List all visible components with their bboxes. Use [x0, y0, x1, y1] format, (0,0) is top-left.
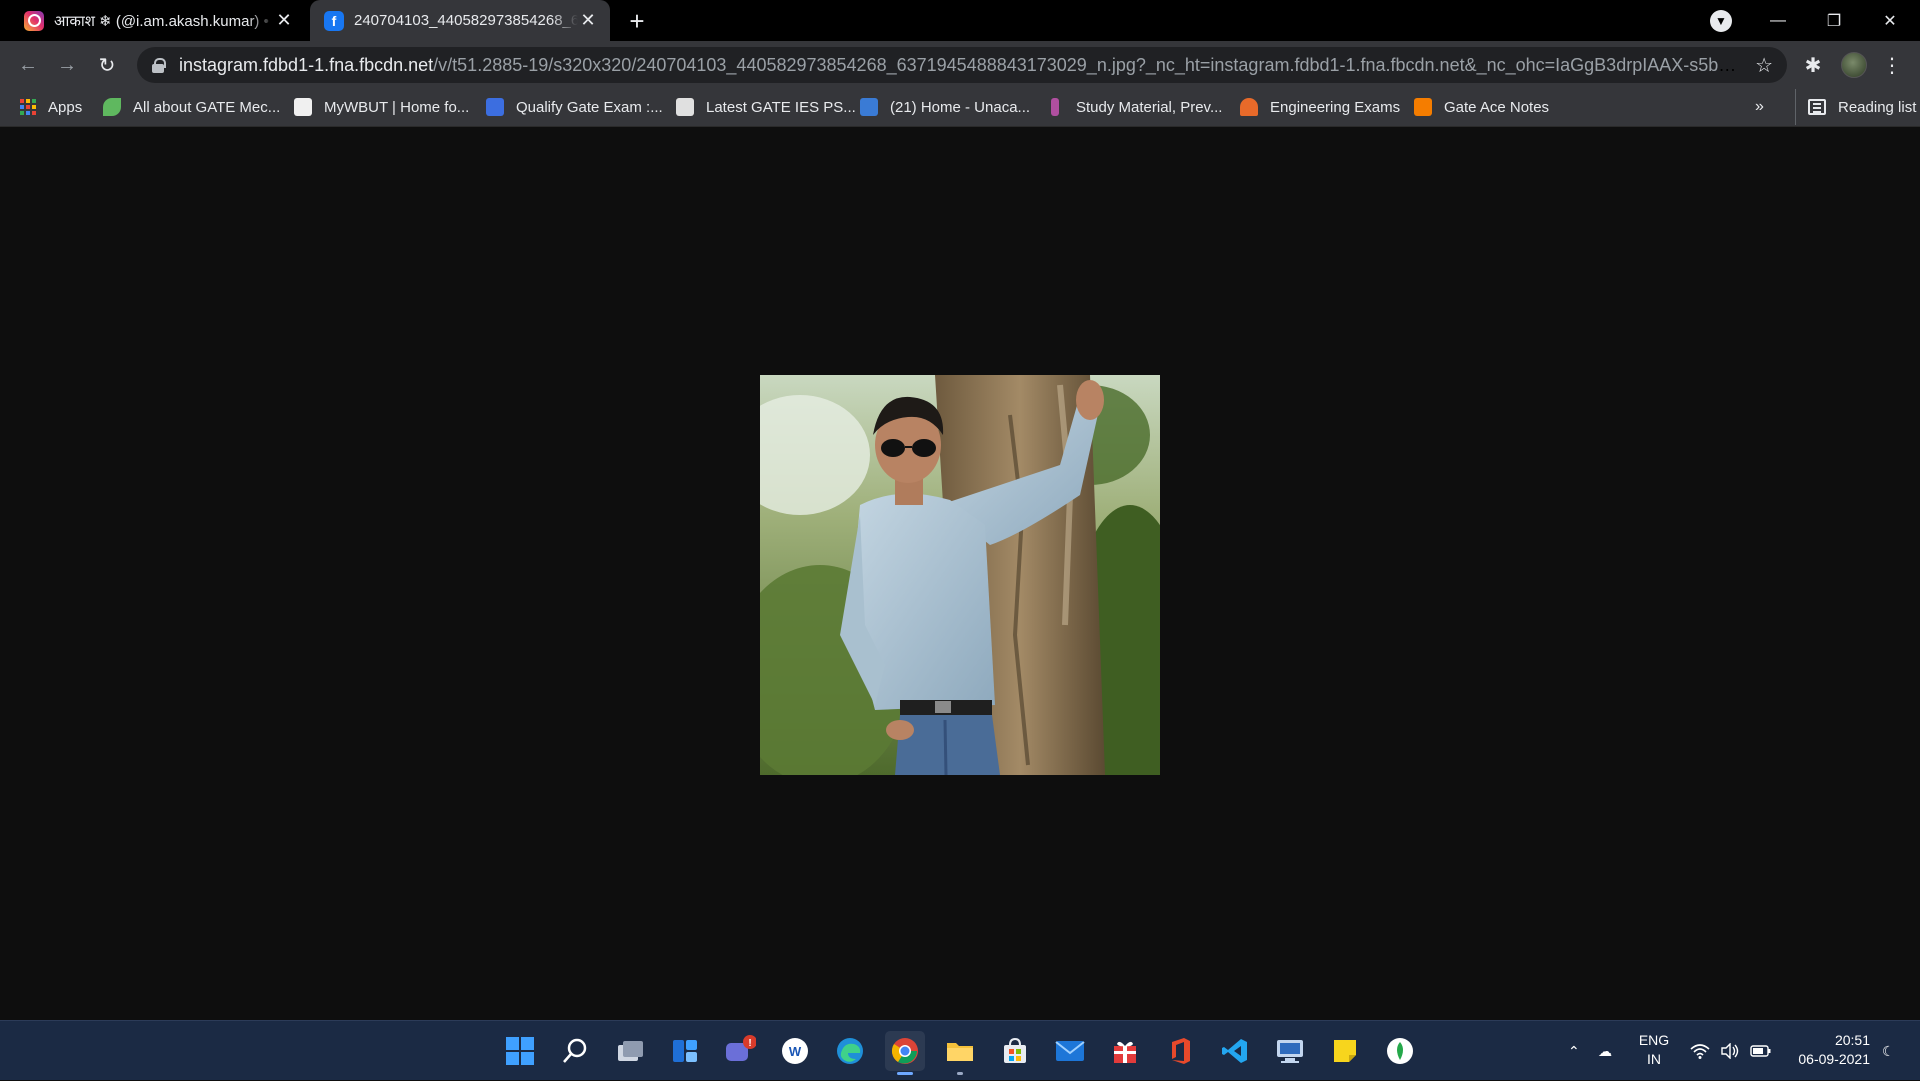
tab-instagram[interactable]: आकाश ❄ (@i.am.akash.kumar) • Instagram ✕	[10, 0, 306, 41]
tab-strip: आकाश ❄ (@i.am.akash.kumar) • Instagram ✕…	[0, 0, 1920, 41]
bookmark-engineering-exams[interactable]: Engineering Exams	[1240, 89, 1400, 125]
bookmark-gate-ace-notes[interactable]: Gate Ace Notes	[1414, 89, 1549, 125]
reading-list-button[interactable]: Reading list	[1795, 89, 1916, 125]
svg-text:!: !	[748, 1038, 751, 1049]
sticky-notes-icon[interactable]	[1325, 1031, 1365, 1071]
bookmark-unacademy[interactable]: (21) Home - Unaca...	[860, 89, 1030, 125]
battery-icon[interactable]	[1750, 1021, 1772, 1081]
menu-kebab-icon[interactable]: ⋮	[1880, 49, 1904, 81]
windows-start-icon[interactable]	[500, 1031, 540, 1071]
file-explorer-icon[interactable]	[940, 1031, 980, 1075]
chrome-icon[interactable]	[885, 1031, 925, 1075]
profile-avatar[interactable]	[1841, 52, 1867, 78]
search-icon[interactable]	[555, 1031, 595, 1071]
photo-illustration	[760, 375, 1160, 775]
instagram-icon	[24, 10, 44, 31]
volume-icon[interactable]	[1720, 1021, 1740, 1081]
bookmark-apps[interactable]: Apps	[20, 89, 82, 125]
forward-button[interactable]: →	[51, 49, 83, 81]
restore-button[interactable]: ❐	[1806, 0, 1862, 41]
tab-title: आकाश ❄ (@i.am.akash.kumar) • Instagram	[54, 12, 274, 30]
bookmark-star-icon[interactable]: ☆	[1755, 53, 1773, 78]
image-viewer	[0, 127, 1920, 1020]
word-icon[interactable]: W	[775, 1031, 815, 1071]
browser-toolbar: ← → ↻ instagram.fdbd1-1.fna.fbcdn.net/v/…	[0, 41, 1920, 89]
mywbut-icon	[294, 98, 312, 116]
apps-grid-icon	[20, 99, 36, 115]
unacademy-icon	[860, 98, 878, 116]
store-icon[interactable]	[995, 1031, 1035, 1071]
rocket-icon	[103, 98, 121, 116]
blogger-icon	[1414, 98, 1432, 116]
extensions-puzzle-icon[interactable]: ✱	[1797, 49, 1829, 81]
network-monitor-icon[interactable]	[1270, 1031, 1310, 1071]
minimize-button[interactable]: —	[1750, 0, 1806, 41]
person-icon	[676, 98, 694, 116]
close-tab-icon[interactable]: ✕	[578, 10, 598, 31]
engineering-icon	[1240, 98, 1258, 116]
gift-icon[interactable]	[1105, 1031, 1145, 1071]
office-icon[interactable]	[1160, 1031, 1200, 1071]
mail-icon[interactable]	[1050, 1031, 1090, 1071]
clock[interactable]: 20:51 06-09-2021	[1778, 1031, 1870, 1069]
qg-icon	[486, 98, 504, 116]
reload-button[interactable]: ↻	[91, 49, 123, 81]
close-window-button[interactable]: ✕	[1862, 0, 1918, 41]
task-view-icon[interactable]	[610, 1031, 650, 1071]
lock-icon[interactable]	[151, 58, 166, 73]
profile-photo[interactable]	[760, 375, 1160, 775]
svg-text:W: W	[789, 1044, 802, 1059]
show-hidden-icons-chevron-icon[interactable]: ⌃	[1568, 1021, 1580, 1081]
bookmark-mywbut[interactable]: MyWBUT | Home fo...	[294, 89, 469, 125]
new-tab-button[interactable]: +	[622, 6, 652, 36]
green-app-icon[interactable]	[1380, 1031, 1420, 1071]
bookmark-latest-gate[interactable]: Latest GATE IES PS...	[676, 89, 856, 125]
bookmark-qualify-gate[interactable]: Qualify Gate Exam :...	[486, 89, 663, 125]
bookmark-study-material[interactable]: Study Material, Prev...	[1046, 89, 1222, 125]
tab-search-icon[interactable]: ▼	[1710, 10, 1732, 32]
tab-title: 240704103_440582973854268_63719454888431…	[354, 12, 578, 29]
facebook-icon: f	[324, 10, 344, 31]
wifi-icon[interactable]	[1690, 1021, 1710, 1081]
onedrive-cloud-icon[interactable]: ☁	[1598, 1021, 1612, 1081]
tab-image[interactable]: f 240704103_440582973854268_637194548884…	[310, 0, 610, 41]
widgets-icon[interactable]	[665, 1031, 705, 1071]
vscode-icon[interactable]	[1215, 1031, 1255, 1071]
notifications-moon-icon[interactable]: ☾	[1882, 1021, 1895, 1081]
study-icon	[1051, 98, 1059, 116]
windows-taskbar: ! W ⌃ ☁ ENG IN 20:51 06-09-2021 ☾	[0, 1020, 1920, 1080]
bookmarks-overflow-button[interactable]: »	[1755, 89, 1764, 125]
bookmark-gate-mec[interactable]: All about GATE Mec...	[103, 89, 280, 125]
language-indicator[interactable]: ENG IN	[1636, 1031, 1672, 1069]
url-text[interactable]: instagram.fdbd1-1.fna.fbcdn.net/v/t51.28…	[179, 55, 1745, 76]
address-bar[interactable]: instagram.fdbd1-1.fna.fbcdn.net/v/t51.28…	[137, 47, 1787, 83]
edge-icon[interactable]	[830, 1031, 870, 1071]
teams-chat-icon[interactable]: !	[720, 1031, 760, 1071]
close-tab-icon[interactable]: ✕	[274, 10, 294, 31]
reading-list-icon	[1808, 99, 1826, 115]
back-button[interactable]: ←	[12, 49, 44, 81]
bookmarks-bar: Apps All about GATE Mec... MyWBUT | Home…	[0, 89, 1920, 127]
